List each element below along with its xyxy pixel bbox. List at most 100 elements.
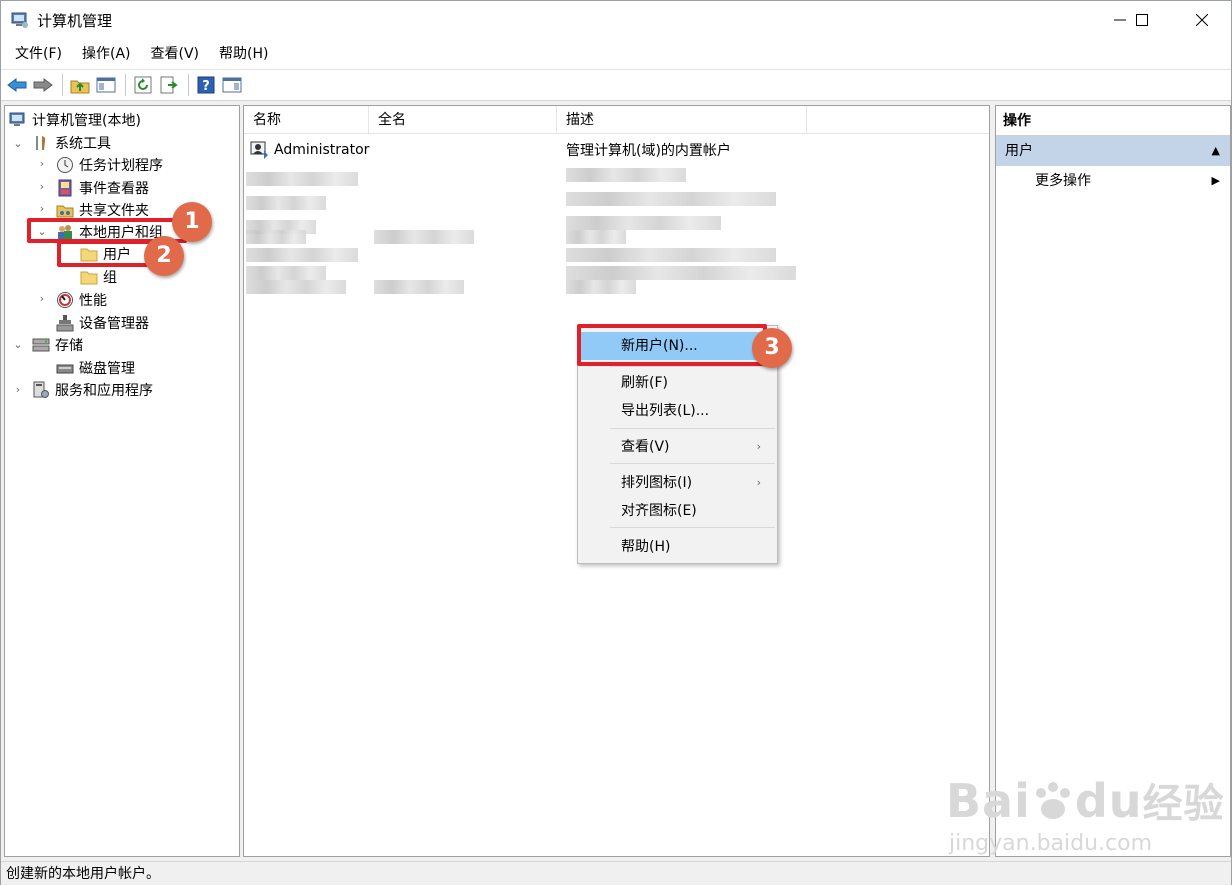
export-list-button[interactable]	[157, 73, 181, 97]
blurred-row	[374, 230, 474, 244]
tree-item-device-manager[interactable]: 设备管理器	[56, 312, 149, 334]
maximize-icon	[1136, 14, 1148, 26]
blurred-row	[566, 248, 776, 262]
close-button[interactable]	[1179, 1, 1225, 39]
toolbar: ?	[1, 69, 1231, 101]
menu-separator	[610, 463, 775, 464]
menu-view[interactable]: 查看(V)	[141, 39, 210, 69]
blurred-row	[246, 172, 358, 186]
menu-separator	[610, 527, 775, 528]
chevron-right-icon[interactable]: ›	[37, 158, 47, 169]
toolbar-separator	[62, 74, 63, 96]
chevron-down-icon[interactable]: ⌄	[13, 339, 23, 350]
device-manager-icon	[56, 315, 74, 332]
actions-section-users[interactable]: 用户 ▲	[996, 136, 1230, 166]
column-header-name[interactable]: 名称	[244, 106, 369, 134]
column-header-description[interactable]: 描述	[557, 106, 807, 134]
menu-file[interactable]: 文件(F)	[5, 39, 72, 69]
chevron-right-icon[interactable]: ›	[37, 203, 47, 214]
blurred-row	[566, 216, 721, 230]
menu-help[interactable]: 帮助(H)	[209, 39, 278, 69]
menu-item-label: 查看(V)	[621, 439, 670, 455]
maximize-button[interactable]	[1119, 1, 1165, 39]
cell-name: Administrator	[274, 142, 370, 158]
tree-item-label: 服务和应用程序	[55, 383, 153, 399]
table-row[interactable]: Administrator 管理计算机(域)的内置帐户	[244, 139, 731, 161]
refresh-button[interactable]	[131, 73, 155, 97]
menu-item-export-list[interactable]: 导出列表(L)...	[580, 397, 775, 425]
tree-item-root[interactable]: 计算机管理(本地)	[9, 109, 141, 131]
menu-item-label: 对齐图标(E)	[621, 503, 697, 519]
more-actions-item[interactable]: 更多操作 ▶	[996, 168, 1230, 194]
back-arrow-icon	[7, 78, 27, 92]
submenu-arrow-icon: ›	[756, 440, 761, 453]
chevron-right-icon[interactable]: ›	[37, 293, 47, 304]
export-icon	[160, 76, 178, 94]
user-icon	[250, 141, 268, 159]
submenu-arrow-icon: ›	[756, 476, 761, 489]
show-hide-tree-button[interactable]	[94, 73, 118, 97]
paw-icon	[1031, 774, 1075, 828]
title-bar: 计算机管理	[1, 1, 1231, 39]
tree-item-label: 事件查看器	[79, 181, 149, 197]
tree-item-disk-management[interactable]: 磁盘管理	[56, 357, 135, 379]
blurred-row	[566, 230, 626, 244]
watermark-brand-a: Bai	[946, 774, 1031, 828]
menu-item-refresh[interactable]: 刷新(F)	[580, 369, 775, 397]
console-tree-icon	[96, 77, 116, 93]
menu-separator	[610, 366, 775, 367]
event-viewer-icon	[58, 179, 72, 197]
submenu-arrow-icon: ▶	[1211, 174, 1220, 187]
actions-section-label: 用户	[1005, 143, 1033, 159]
tree-item-performance[interactable]: 性能	[56, 289, 107, 311]
menu-bar: 文件(F) 操作(A) 查看(V) 帮助(H)	[1, 39, 1231, 69]
toolbar-separator	[188, 74, 189, 96]
tree-item-task-scheduler[interactable]: 任务计划程序	[56, 154, 163, 176]
performance-icon	[57, 292, 73, 308]
storage-icon	[32, 338, 50, 352]
back-button[interactable]	[5, 73, 29, 97]
menu-item-arrange-icons[interactable]: 排列图标(I) ›	[580, 469, 775, 497]
chevron-right-icon[interactable]: ›	[37, 181, 47, 192]
collapse-up-icon[interactable]: ▲	[1212, 136, 1220, 166]
blurred-row	[246, 196, 326, 210]
tree-item-label: 系统工具	[55, 136, 111, 152]
svg-text:?: ?	[202, 79, 210, 94]
column-header-fullname[interactable]: 全名	[369, 106, 557, 134]
folder-up-icon	[70, 80, 90, 94]
menu-item-label: 排列图标(I)	[621, 475, 693, 491]
help-button[interactable]: ?	[194, 73, 218, 97]
chevron-right-icon[interactable]: ›	[13, 384, 23, 395]
tree-item-system-tools[interactable]: 系统工具	[32, 132, 111, 154]
cell-description: 管理计算机(域)的内置帐户	[566, 143, 731, 159]
refresh-icon	[134, 76, 152, 94]
tree-item-event-viewer[interactable]: 事件查看器	[56, 177, 149, 199]
tree-item-services-apps[interactable]: 服务和应用程序	[32, 379, 153, 401]
tools-icon	[36, 136, 46, 150]
blurred-row	[566, 266, 796, 280]
computer-management-icon	[11, 12, 28, 28]
highlight-box-users	[57, 240, 152, 267]
menu-item-line-up-icons[interactable]: 对齐图标(E)	[580, 497, 775, 525]
tree-item-storage[interactable]: 存储	[32, 334, 83, 356]
blurred-row	[246, 280, 346, 294]
blurred-row	[566, 192, 776, 206]
tree-item-label: 任务计划程序	[79, 158, 163, 174]
disk-management-icon	[56, 364, 74, 374]
toolbar-separator	[125, 74, 126, 96]
watermark-brand-c: 经验	[1142, 781, 1225, 827]
menu-action[interactable]: 操作(A)	[72, 39, 141, 69]
show-action-pane-button[interactable]	[220, 73, 244, 97]
tree-item-label: 设备管理器	[79, 316, 149, 332]
forward-button[interactable]	[31, 73, 55, 97]
menu-item-help[interactable]: 帮助(H)	[580, 533, 775, 561]
chevron-down-icon[interactable]: ⌄	[13, 138, 23, 149]
menu-item-view[interactable]: 查看(V) ›	[580, 433, 775, 461]
tree-item-label: 共享文件夹	[79, 203, 149, 219]
step-badge-2: 2	[144, 236, 184, 276]
up-level-button[interactable]	[68, 73, 92, 97]
watermark-brand-b: du	[1074, 774, 1143, 828]
blurred-row	[566, 280, 636, 294]
blurred-row	[566, 168, 686, 182]
tree-item-groups[interactable]: 组	[80, 266, 117, 288]
